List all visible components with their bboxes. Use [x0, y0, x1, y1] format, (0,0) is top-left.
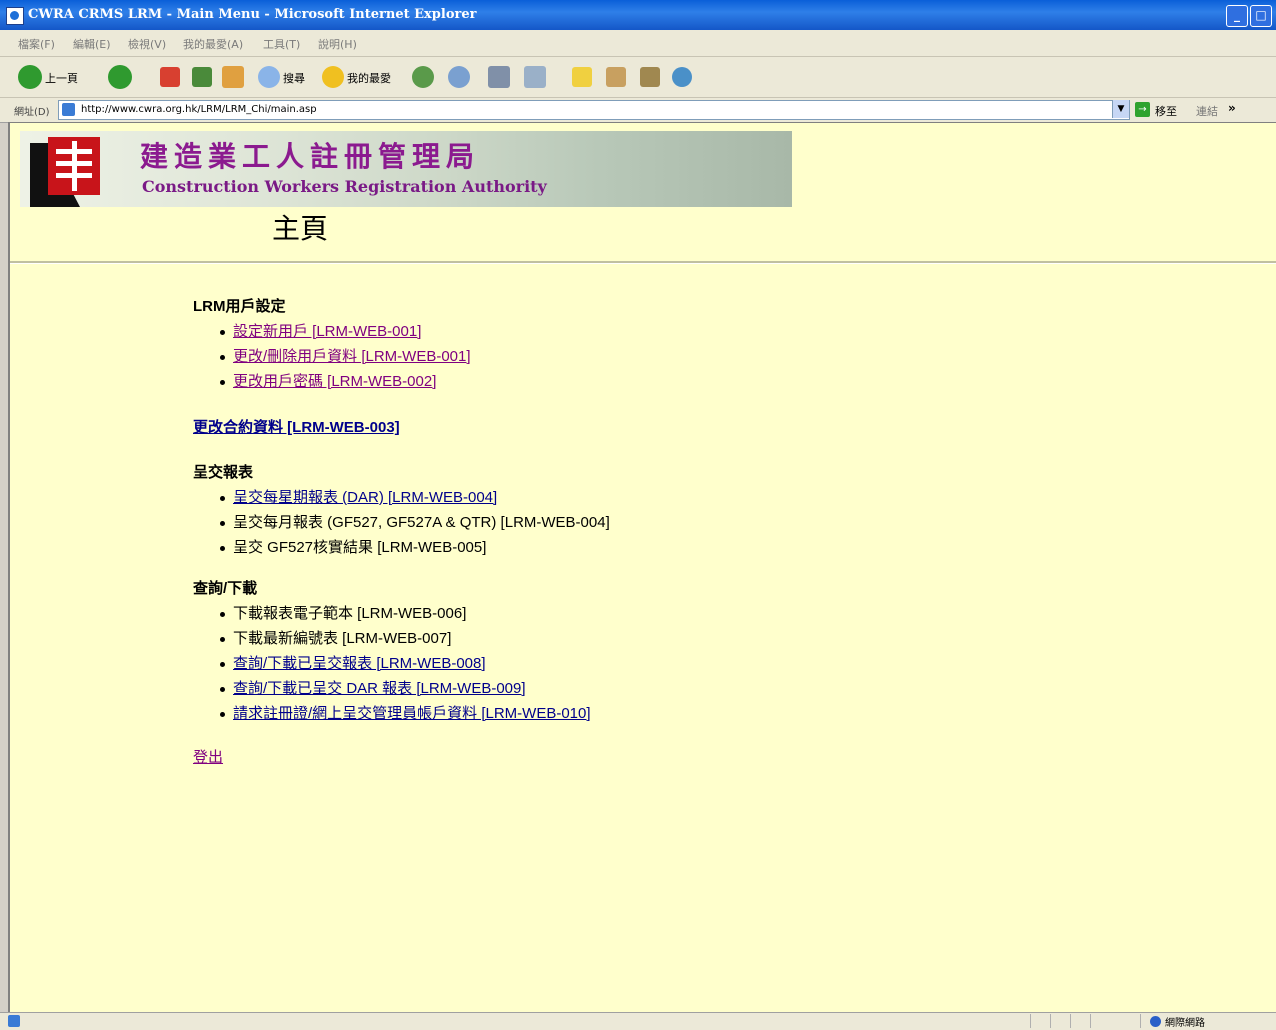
chevron-right-icon[interactable]: »	[1228, 101, 1236, 115]
contract-link[interactable]: 更改合約資料 [LRM-WEB-003]	[193, 419, 400, 436]
list-item: 下載報表電子範本 [LRM-WEB-006]	[220, 601, 610, 626]
download-template-text: 下載報表電子範本 [LRM-WEB-006]	[233, 605, 467, 622]
query-dar-link[interactable]: 查詢/下載已呈交 DAR 報表 [LRM-WEB-009]	[233, 680, 526, 697]
ie-icon	[6, 7, 24, 25]
search-icon[interactable]	[258, 66, 280, 88]
user-settings-heading: LRM用戶設定	[193, 298, 286, 315]
change-password-link[interactable]: 更改用戶密碼 [LRM-WEB-002]	[233, 373, 436, 390]
window-titlebar: CWRA CRMS LRM - Main Menu - Microsoft In…	[0, 0, 1276, 30]
menu-tools[interactable]: 工具(T)	[263, 36, 300, 52]
menu-help[interactable]: 說明(H)	[318, 36, 357, 52]
minimize-button[interactable]: _	[1226, 5, 1248, 27]
status-divider	[1050, 1014, 1051, 1028]
home-icon[interactable]	[222, 66, 244, 88]
print-icon[interactable]	[488, 66, 510, 88]
favorites-label[interactable]: 我的最愛	[347, 70, 391, 86]
list-item: 呈交每星期報表 (DAR) [LRM-WEB-004]	[220, 485, 610, 510]
request-account-link[interactable]: 請求註冊證/網上呈交管理員帳戶資料 [LRM-WEB-010]	[233, 705, 591, 722]
search-label[interactable]: 搜尋	[283, 70, 305, 86]
internet-zone-icon	[1150, 1016, 1161, 1027]
status-divider	[1030, 1014, 1031, 1028]
page-content: 建造業工人註冊管理局 Construction Workers Registra…	[8, 122, 1276, 1013]
query-heading: 查詢/下載	[193, 580, 258, 597]
status-divider	[1090, 1014, 1091, 1028]
status-divider	[1140, 1014, 1141, 1028]
banner-english-name: Construction Workers Registration Author…	[142, 177, 547, 196]
status-divider	[1070, 1014, 1071, 1028]
divider	[10, 261, 1276, 264]
download-code-table-text: 下載最新編號表 [LRM-WEB-007]	[233, 630, 452, 647]
list-item: 查詢/下載已呈交 DAR 報表 [LRM-WEB-009]	[220, 676, 610, 701]
logout-link[interactable]: 登出	[193, 749, 223, 766]
address-bar: 網址(D) http://www.cwra.org.hk/LRM/LRM_Chi…	[0, 98, 1276, 123]
submit-gf527-text: 呈交 GF527核實結果 [LRM-WEB-005]	[233, 539, 487, 556]
refresh-icon[interactable]	[192, 67, 212, 87]
user-settings-list: 設定新用戶 [LRM-WEB-001] 更改/刪除用戶資料 [LRM-WEB-0…	[193, 319, 610, 394]
submit-list: 呈交每星期報表 (DAR) [LRM-WEB-004] 呈交每月報表 (GF52…	[193, 485, 610, 560]
address-input[interactable]: http://www.cwra.org.hk/LRM/LRM_Chi/main.…	[58, 100, 1130, 120]
menu-file[interactable]: 檔案(F)	[18, 36, 55, 52]
menu-edit[interactable]: 編輯(E)	[73, 36, 111, 52]
page-status-icon	[8, 1015, 20, 1027]
submit-weekly-link[interactable]: 呈交每星期報表 (DAR) [LRM-WEB-004]	[233, 489, 497, 506]
edit-icon[interactable]	[524, 66, 546, 88]
status-bar: 網際網路	[0, 1012, 1276, 1030]
list-item: 請求註冊證/網上呈交管理員帳戶資料 [LRM-WEB-010]	[220, 701, 610, 726]
list-item: 更改/刪除用戶資料 [LRM-WEB-001]	[220, 344, 610, 369]
main-menu: LRM用戶設定 設定新用戶 [LRM-WEB-001] 更改/刪除用戶資料 [L…	[193, 295, 610, 767]
list-item: 呈交每月報表 (GF527, GF527A & QTR) [LRM-WEB-00…	[220, 510, 610, 535]
query-list: 下載報表電子範本 [LRM-WEB-006] 下載最新編號表 [LRM-WEB-…	[193, 601, 610, 726]
history-icon[interactable]	[412, 66, 434, 88]
favorites-icon[interactable]	[322, 66, 344, 88]
menu-view[interactable]: 檢視(V)	[128, 36, 166, 52]
list-item: 更改用戶密碼 [LRM-WEB-002]	[220, 369, 610, 394]
back-icon[interactable]	[18, 65, 42, 89]
submit-heading: 呈交報表	[193, 464, 254, 481]
go-icon[interactable]: →	[1135, 102, 1150, 117]
go-button[interactable]: 移至	[1155, 103, 1177, 119]
edit-user-link[interactable]: 更改/刪除用戶資料 [LRM-WEB-001]	[233, 348, 471, 365]
list-item: 設定新用戶 [LRM-WEB-001]	[220, 319, 610, 344]
tools-icon[interactable]	[672, 67, 692, 87]
back-label[interactable]: 上一頁	[45, 70, 78, 86]
research-icon[interactable]	[606, 67, 626, 87]
header-banner: 建造業工人註冊管理局 Construction Workers Registra…	[20, 131, 792, 207]
mail-icon[interactable]	[448, 66, 470, 88]
list-item: 查詢/下載已呈交報表 [LRM-WEB-008]	[220, 651, 610, 676]
list-item: 呈交 GF527核實結果 [LRM-WEB-005]	[220, 535, 610, 560]
banner-chinese-name: 建造業工人註冊管理局	[140, 140, 481, 173]
address-label: 網址(D)	[14, 107, 50, 118]
menu-favorites[interactable]: 我的最愛(A)	[183, 36, 243, 52]
submit-monthly-text: 呈交每月報表 (GF527, GF527A & QTR) [LRM-WEB-00…	[233, 514, 610, 531]
query-reports-link[interactable]: 查詢/下載已呈交報表 [LRM-WEB-008]	[233, 655, 486, 672]
links-button[interactable]: 連結	[1196, 103, 1218, 119]
menu-bar: 檔案(F) 編輯(E) 檢視(V) 我的最愛(A) 工具(T) 說明(H)	[0, 30, 1276, 57]
maximize-button[interactable]: □	[1250, 5, 1272, 27]
cwra-logo-mark	[48, 137, 100, 195]
address-url[interactable]: http://www.cwra.org.hk/LRM/LRM_Chi/main.…	[81, 104, 317, 115]
stop-icon[interactable]	[160, 67, 180, 87]
messenger-icon[interactable]	[640, 67, 660, 87]
toolbar: 上一頁 搜尋 我的最愛	[0, 57, 1276, 98]
page-title: 主頁	[272, 212, 329, 245]
zone-label: 網際網路	[1165, 1018, 1205, 1029]
address-dropdown-icon[interactable]: ▼	[1112, 100, 1129, 118]
page-icon	[62, 103, 75, 116]
list-item: 下載最新編號表 [LRM-WEB-007]	[220, 626, 610, 651]
new-user-link[interactable]: 設定新用戶 [LRM-WEB-001]	[233, 323, 421, 340]
forward-icon[interactable]	[108, 65, 132, 89]
discuss-icon[interactable]	[572, 67, 592, 87]
window-title: CWRA CRMS LRM - Main Menu - Microsoft In…	[28, 7, 477, 22]
